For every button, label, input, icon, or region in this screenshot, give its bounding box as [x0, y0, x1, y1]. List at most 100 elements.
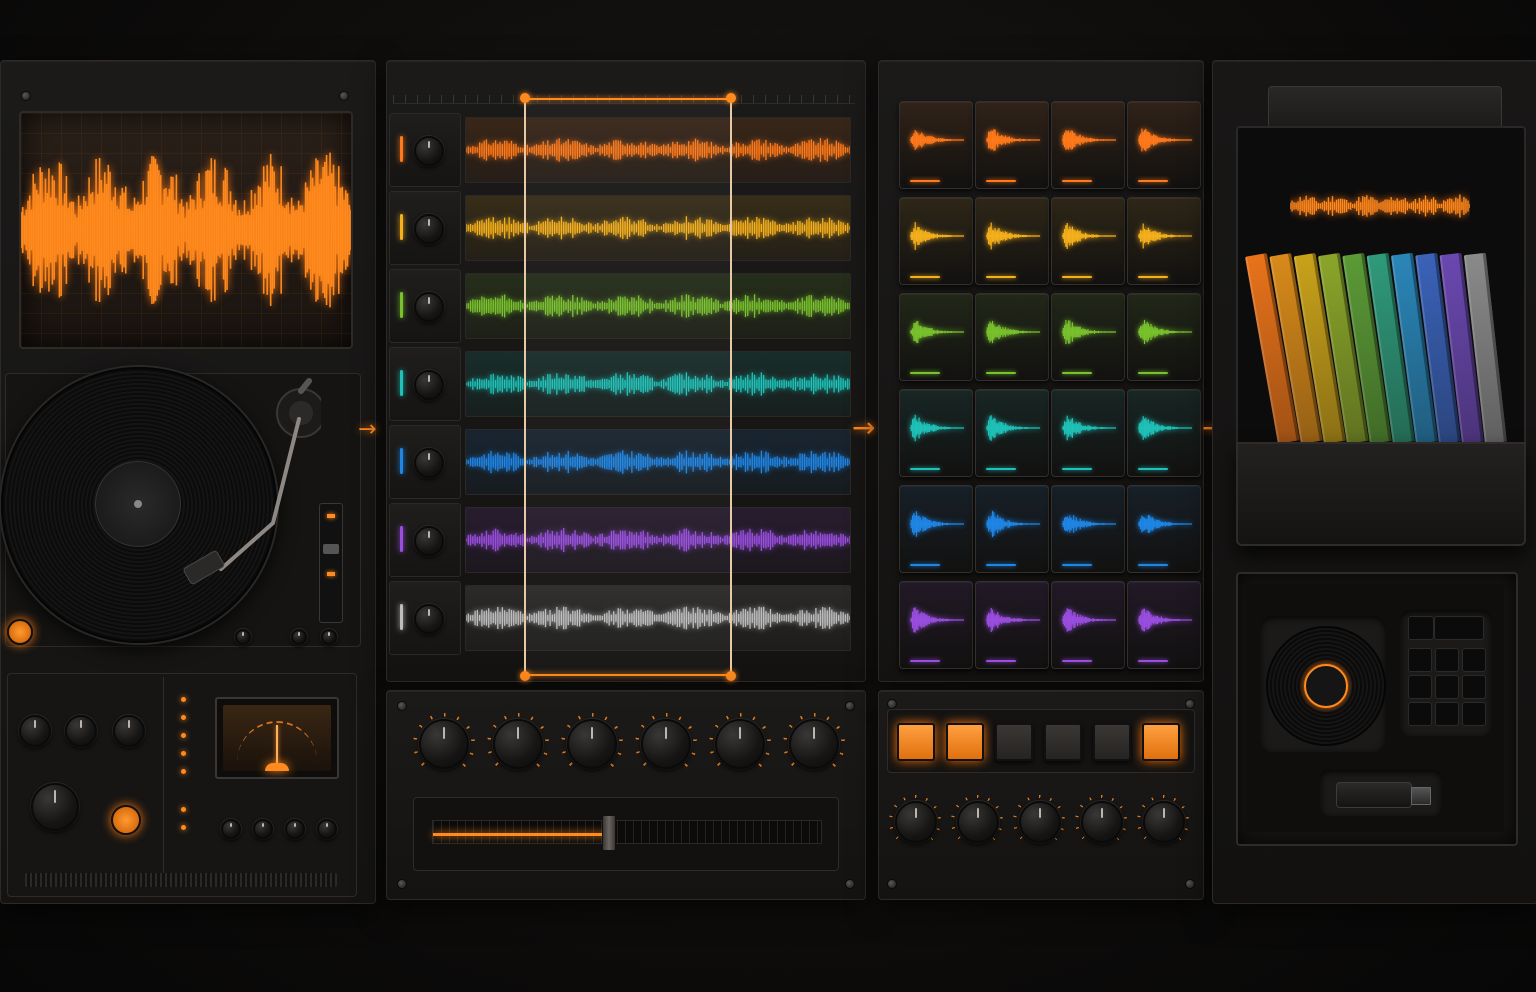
track-volume-knob[interactable]	[414, 604, 444, 634]
sample-pad[interactable]	[1051, 581, 1125, 669]
step-button[interactable]	[995, 723, 1033, 761]
track-volume-knob[interactable]	[414, 292, 444, 322]
start-stop-button[interactable]	[7, 619, 33, 645]
cue-button[interactable]	[111, 805, 141, 835]
sample-pad[interactable]	[899, 389, 973, 477]
pad-indicator	[910, 276, 940, 278]
usb-plug	[1411, 787, 1431, 805]
sample-pad[interactable]	[899, 101, 973, 189]
sample-pad[interactable]	[899, 197, 973, 285]
controller-pad[interactable]	[1435, 702, 1459, 726]
waveform-icon	[21, 152, 351, 308]
sequencer-knob[interactable]	[895, 801, 937, 843]
sample-pad[interactable]	[1127, 389, 1201, 477]
controller-pad[interactable]	[1462, 675, 1486, 699]
effect-knob[interactable]	[567, 719, 617, 769]
controller-pad[interactable]	[1435, 648, 1459, 672]
sample-pad[interactable]	[899, 485, 973, 573]
sample-pad[interactable]	[1127, 293, 1201, 381]
controller-pad[interactable]	[1408, 702, 1432, 726]
level-led	[181, 769, 186, 774]
sequencer-knob[interactable]	[1019, 801, 1061, 843]
sample-pad[interactable]	[975, 581, 1049, 669]
track-control	[389, 425, 461, 499]
small-knob[interactable]	[253, 819, 273, 839]
selection-handle[interactable]	[520, 671, 530, 681]
pad-indicator	[910, 372, 940, 374]
sample-pad[interactable]	[1051, 389, 1125, 477]
eq-knob-mid[interactable]	[65, 715, 97, 747]
fader-slot[interactable]	[432, 815, 822, 851]
sample-pad[interactable]	[1051, 485, 1125, 573]
selection-handle[interactable]	[520, 93, 530, 103]
small-knob[interactable]	[317, 819, 337, 839]
effect-knob[interactable]	[789, 719, 839, 769]
sample-pad[interactable]	[899, 581, 973, 669]
crossfader-track	[413, 797, 839, 871]
selection-range-icon[interactable]	[520, 93, 736, 681]
controller-pad[interactable]	[1462, 648, 1486, 672]
sample-waveform-icon	[910, 414, 964, 442]
controller-pad[interactable]	[1435, 675, 1459, 699]
sample-pad[interactable]	[1051, 101, 1125, 189]
sample-pad[interactable]	[899, 293, 973, 381]
fader-handle[interactable]	[601, 815, 616, 851]
sample-pad[interactable]	[975, 389, 1049, 477]
sample-pad[interactable]	[1127, 581, 1201, 669]
sample-waveform-icon	[1138, 515, 1192, 533]
track-volume-knob[interactable]	[414, 214, 444, 244]
track-control	[389, 269, 461, 343]
sample-pad[interactable]	[1127, 485, 1201, 573]
sequencer-knob[interactable]	[1081, 801, 1123, 843]
sample-pad[interactable]	[975, 101, 1049, 189]
controller-pad[interactable]	[1408, 675, 1432, 699]
controller-pad[interactable]	[1408, 648, 1432, 672]
pitch-handle[interactable]	[323, 544, 339, 554]
sample-waveform-icon	[1062, 130, 1116, 150]
sample-pad[interactable]	[975, 197, 1049, 285]
track-volume-knob[interactable]	[414, 526, 444, 556]
effect-knob[interactable]	[493, 719, 543, 769]
eq-knob-high[interactable]	[19, 715, 51, 747]
track-volume-knob[interactable]	[414, 370, 444, 400]
small-knob[interactable]	[221, 819, 241, 839]
screw	[1185, 699, 1195, 709]
vinyl-record-icon[interactable]	[1266, 626, 1386, 746]
sample-pad[interactable]	[1127, 197, 1201, 285]
gain-knob[interactable]	[31, 783, 79, 831]
controller-button[interactable]	[1408, 616, 1434, 640]
step-button[interactable]	[1044, 723, 1082, 761]
sample-pad[interactable]	[975, 485, 1049, 573]
small-knob[interactable]	[235, 629, 251, 645]
controller-pad[interactable]	[1462, 702, 1486, 726]
effect-knob[interactable]	[641, 719, 691, 769]
step-button[interactable]	[946, 723, 984, 761]
sample-pack-box-icon[interactable]	[1236, 86, 1526, 546]
track-volume-knob[interactable]	[414, 136, 444, 166]
selection-handle[interactable]	[726, 671, 736, 681]
sample-waveform-icon	[1062, 319, 1116, 345]
small-knob[interactable]	[285, 819, 305, 839]
pitch-slider[interactable]	[319, 503, 343, 623]
sample-pad[interactable]	[1127, 101, 1201, 189]
step-button[interactable]	[897, 723, 935, 761]
step-button[interactable]	[1142, 723, 1180, 761]
sample-waveform-icon	[1138, 416, 1192, 440]
sequencer-knob[interactable]	[957, 801, 999, 843]
effect-knob[interactable]	[419, 719, 469, 769]
sample-pad[interactable]	[1051, 197, 1125, 285]
small-knob[interactable]	[291, 629, 307, 645]
step-button[interactable]	[1093, 723, 1131, 761]
selection-handle[interactable]	[726, 93, 736, 103]
controller-button[interactable]	[1434, 616, 1484, 640]
small-knob[interactable]	[321, 629, 337, 645]
tonearm[interactable]	[181, 373, 321, 593]
track-volume-knob[interactable]	[414, 448, 444, 478]
eq-knob-low[interactable]	[113, 715, 145, 747]
sample-pad[interactable]	[975, 293, 1049, 381]
effect-knob[interactable]	[715, 719, 765, 769]
usb-drive-icon[interactable]	[1336, 782, 1431, 808]
pad-controller-icon[interactable]	[1400, 610, 1492, 736]
sequencer-knob[interactable]	[1143, 801, 1185, 843]
sample-pad[interactable]	[1051, 293, 1125, 381]
